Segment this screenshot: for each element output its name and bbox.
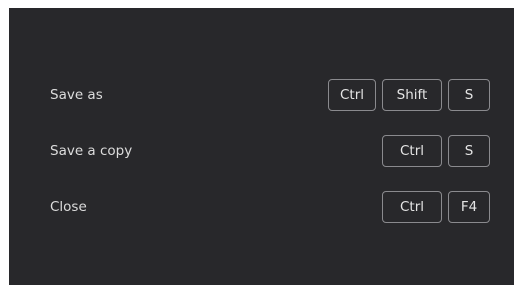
shortcut-keys: Ctrl Shift S xyxy=(327,79,490,111)
key-s: S xyxy=(448,135,490,167)
shortcut-label: Save a copy xyxy=(50,143,133,159)
shortcut-keys: Ctrl F4 xyxy=(382,191,490,223)
key-s: S xyxy=(448,79,490,111)
shortcut-label: Close xyxy=(50,199,87,215)
shortcut-keys: Ctrl S xyxy=(382,135,490,167)
key-shift: Shift xyxy=(382,79,442,111)
keyboard-shortcuts-panel: Save as Ctrl Shift S Save a copy Ctrl S … xyxy=(9,8,514,285)
key-ctrl: Ctrl xyxy=(382,135,442,167)
key-ctrl: Ctrl xyxy=(327,79,376,111)
shortcut-row-save-a-copy: Save a copy Ctrl S xyxy=(9,134,514,168)
shortcut-row-close: Close Ctrl F4 xyxy=(9,190,514,224)
key-f4: F4 xyxy=(448,191,490,223)
key-ctrl: Ctrl xyxy=(382,191,442,223)
shortcut-label: Save as xyxy=(50,87,103,103)
shortcut-row-save-as: Save as Ctrl Shift S xyxy=(9,78,514,112)
